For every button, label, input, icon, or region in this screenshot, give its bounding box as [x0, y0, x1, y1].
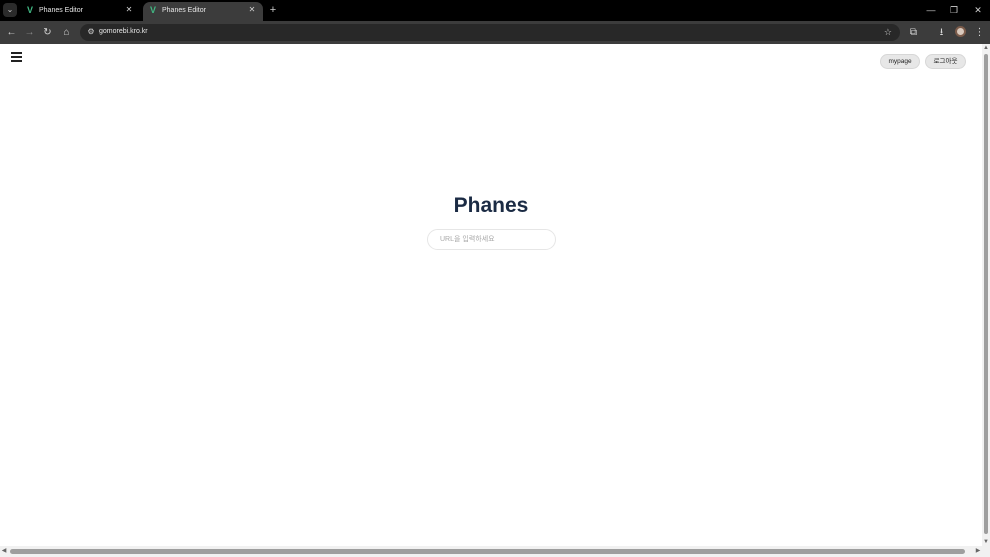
- scroll-left-arrow-icon[interactable]: ◀: [0, 547, 8, 555]
- tab-title: Phanes Editor: [162, 7, 206, 14]
- address-url[interactable]: gomorebi.kro.kr: [99, 28, 148, 35]
- page-left-gutter: [0, 44, 8, 557]
- page-title: Phanes: [453, 194, 529, 217]
- vue-favicon-icon: V: [27, 5, 34, 15]
- tab-search-chevron-down-icon[interactable]: ⌄: [3, 3, 17, 17]
- forward-arrow-icon[interactable]: →: [23, 26, 36, 39]
- back-arrow-icon[interactable]: ←: [5, 26, 18, 39]
- scroll-down-arrow-icon[interactable]: ▼: [982, 538, 990, 546]
- site-info-icon[interactable]: ⚙: [85, 26, 97, 38]
- horizontal-scroll-thumb[interactable]: [10, 549, 965, 554]
- home-icon[interactable]: ⌂: [60, 26, 73, 39]
- hamburger-bar: [11, 60, 22, 62]
- browser-toolbar: ← → ↻ ⌂ ⚙ gomorebi.kro.kr ☆ ⧉ ⭳ ⋮: [0, 21, 990, 44]
- profile-avatar[interactable]: [955, 26, 966, 37]
- hamburger-menu-icon[interactable]: [11, 52, 22, 62]
- mypage-button[interactable]: mypage: [880, 54, 920, 69]
- tab-title: Phanes Editor: [39, 7, 83, 14]
- reload-icon[interactable]: ↻: [41, 26, 54, 39]
- new-tab-plus-icon[interactable]: +: [267, 4, 279, 16]
- logout-button[interactable]: 로그아웃: [925, 54, 966, 69]
- scroll-up-arrow-icon[interactable]: ▲: [982, 44, 990, 52]
- hamburger-bar: [11, 52, 22, 54]
- tab-close-icon[interactable]: ✕: [247, 5, 257, 15]
- window-close-icon[interactable]: ✕: [971, 3, 985, 17]
- vertical-scroll-thumb[interactable]: [984, 54, 988, 534]
- tab-phanes-editor-2[interactable]: V Phanes Editor ✕: [143, 2, 263, 21]
- restore-icon[interactable]: ❐: [947, 3, 961, 17]
- downloads-icon[interactable]: ⭳: [935, 26, 948, 39]
- hamburger-bar: [11, 56, 22, 58]
- scroll-right-arrow-icon[interactable]: ▶: [974, 547, 982, 555]
- vue-favicon-icon: V: [150, 5, 157, 15]
- minimize-icon[interactable]: —: [924, 3, 938, 17]
- address-bar[interactable]: ⚙ gomorebi.kro.kr ☆: [80, 24, 900, 41]
- tab-close-icon[interactable]: ✕: [124, 5, 134, 15]
- tab-phanes-editor-1[interactable]: V Phanes Editor ✕: [20, 2, 140, 21]
- page-viewport: mypage 로그아웃 Phanes: [8, 44, 982, 546]
- bookmark-star-icon[interactable]: ☆: [884, 26, 892, 38]
- browser-window: ⌄ V Phanes Editor ✕ V Phanes Editor ✕ + …: [0, 0, 990, 557]
- extensions-puzzle-icon[interactable]: ⧉: [907, 26, 920, 39]
- vertical-scrollbar[interactable]: ▲ ▼: [982, 44, 990, 546]
- tab-strip: ⌄ V Phanes Editor ✕ V Phanes Editor ✕ + …: [0, 0, 990, 21]
- browser-menu-kebab-icon[interactable]: ⋮: [973, 26, 986, 39]
- horizontal-scrollbar[interactable]: ◀ ▶: [0, 546, 990, 557]
- url-input[interactable]: [427, 229, 556, 250]
